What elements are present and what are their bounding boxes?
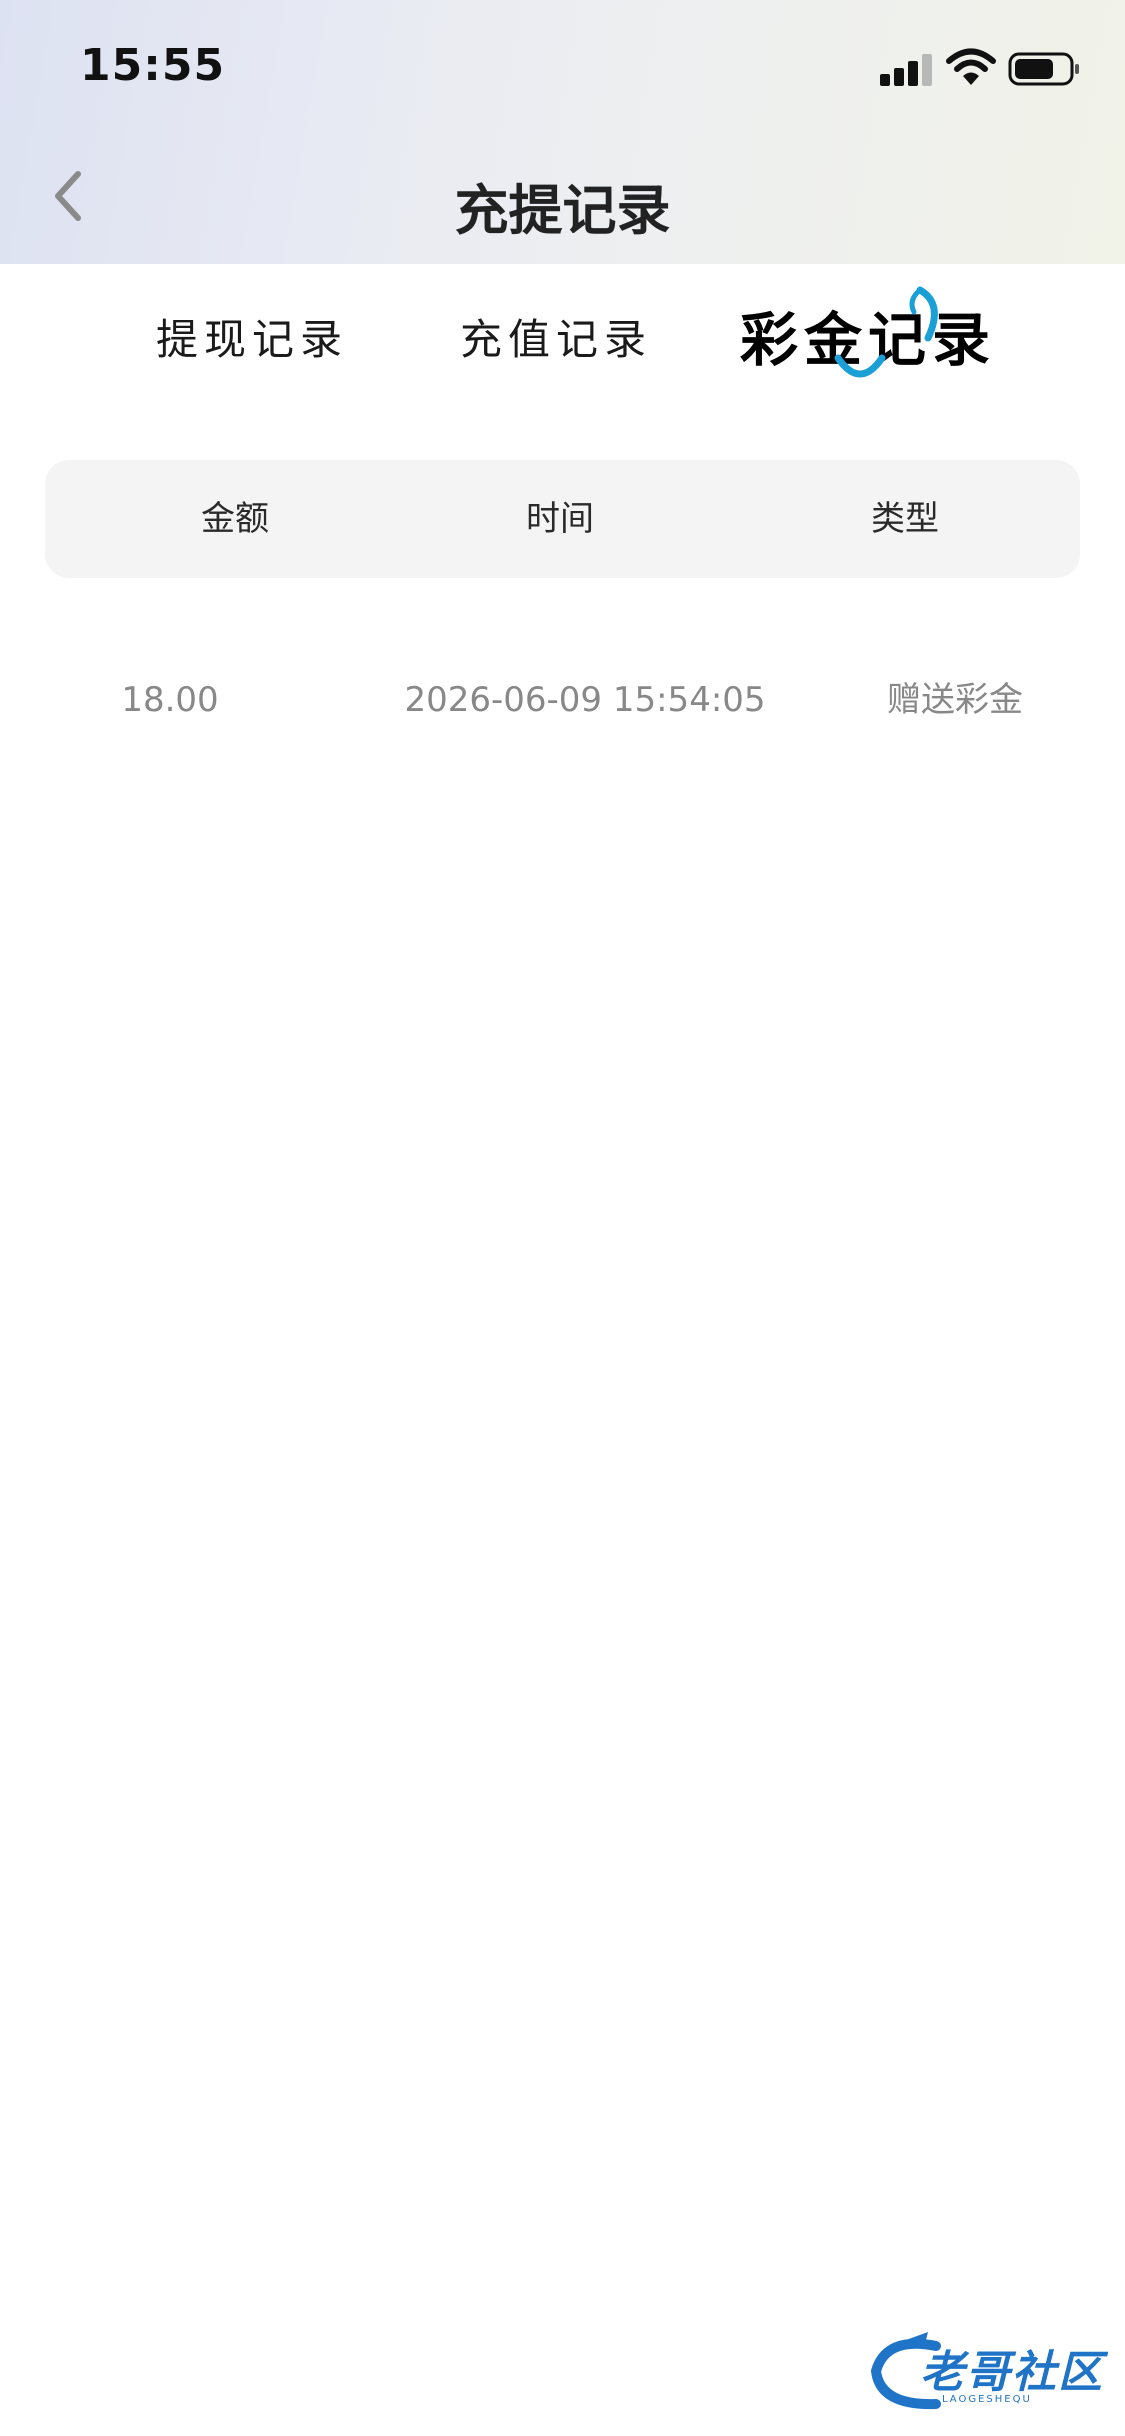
header: 15:55 充提记录: [0, 0, 1125, 264]
wifi-icon: [946, 48, 996, 85]
watermark-logo: 老哥社区 LAOGESHEQU: [866, 2326, 1120, 2416]
cell-amount: 18.00: [121, 680, 219, 720]
tab-withdrawal-records[interactable]: 提现记录: [156, 300, 348, 390]
tab-bar: 提现记录 充值记录 彩金记录: [0, 300, 1125, 400]
active-tab-indicator: [834, 286, 938, 378]
status-time: 15:55: [80, 40, 226, 91]
watermark-subtext: LAOGESHEQU: [942, 2394, 1032, 2405]
page-title: 充提记录: [454, 179, 671, 242]
tab-deposit-records[interactable]: 充值记录: [460, 300, 652, 390]
battery-icon: [1008, 52, 1079, 86]
column-header-amount: 金额: [201, 499, 269, 539]
cell-time: 2026-06-09 15:54:05: [404, 680, 766, 720]
watermark-text: 老哥社区: [920, 2347, 1104, 2398]
cellular-signal-icon: [880, 52, 934, 86]
column-header-time: 时间: [526, 499, 594, 539]
table-row: 18.00 2026-06-09 15:54:05 赠送彩金: [45, 660, 1080, 740]
column-header-type: 类型: [871, 499, 939, 539]
table-header: 金额 时间 类型: [45, 460, 1080, 578]
cell-type: 赠送彩金: [887, 680, 1023, 720]
